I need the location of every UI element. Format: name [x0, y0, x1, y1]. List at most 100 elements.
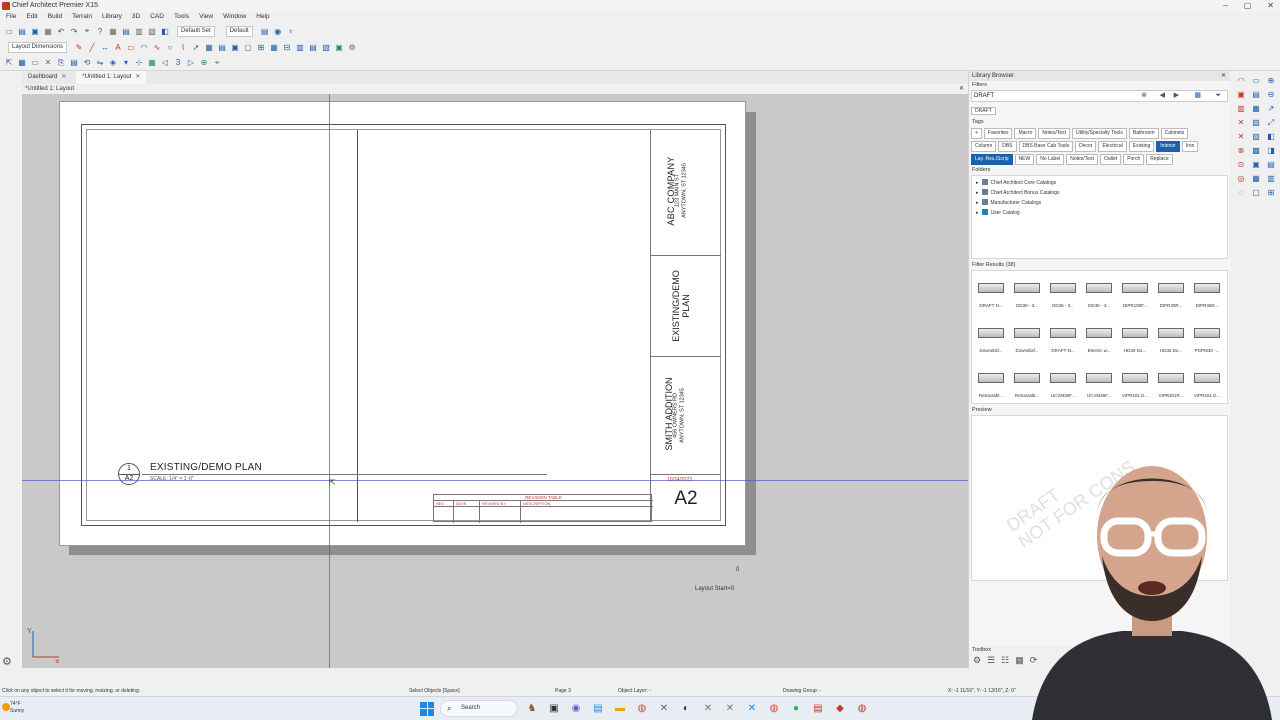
layer-icon[interactable]: ▤: [121, 26, 131, 36]
folder-icon[interactable]: ▬: [612, 701, 628, 717]
tool-icon[interactable]: ◨: [1264, 146, 1278, 159]
display-icon[interactable]: ▣: [334, 42, 344, 52]
stack-icon[interactable]: ▤: [308, 42, 318, 52]
walk-icon[interactable]: ♆: [286, 26, 296, 36]
tool-icon[interactable]: ⊖: [1264, 90, 1278, 103]
window-tool-icon[interactable]: ▦: [204, 42, 214, 52]
layout-dimensions-dropdown[interactable]: Layout Dimensions: [8, 41, 68, 53]
delete-icon[interactable]: ✕: [43, 58, 53, 68]
camera-icon[interactable]: ◉: [273, 26, 283, 36]
menu-file[interactable]: File: [6, 12, 16, 22]
tag-chip[interactable]: Porch: [1123, 154, 1145, 165]
tool-icon[interactable]: ▢: [1249, 188, 1263, 201]
pdf-icon[interactable]: ◆: [832, 701, 848, 717]
folder-item[interactable]: ▸ Manufacturer Catalogs: [976, 198, 1223, 208]
library-result-item[interactable]: DD45 - 4...: [1082, 273, 1116, 317]
tool-icon[interactable]: ▥: [1234, 104, 1248, 117]
pin-icon[interactable]: ⌖: [212, 58, 222, 68]
tool-icon[interactable]: ▨: [1249, 132, 1263, 145]
fill-icon[interactable]: ▧: [147, 26, 157, 36]
tool-icon[interactable]: ◠: [1234, 76, 1248, 89]
weather-widget[interactable]: 74°F Sunny: [2, 701, 24, 715]
tool-icon[interactable]: ⊗: [1234, 146, 1248, 159]
grid-icon[interactable]: ▦: [108, 26, 118, 36]
redo-icon[interactable]: ↷: [69, 26, 79, 36]
edit-icon[interactable]: ▭: [30, 58, 40, 68]
help-icon[interactable]: ?: [95, 26, 105, 36]
app-icon[interactable]: ◍: [854, 701, 870, 717]
open-icon[interactable]: ▤: [17, 26, 27, 36]
folder-item[interactable]: ▸ User Catalog: [976, 208, 1223, 218]
tool-icon[interactable]: ↗: [1264, 104, 1278, 117]
tool-icon[interactable]: ▭: [1249, 76, 1263, 89]
tool-icon[interactable]: ✕: [1234, 132, 1248, 145]
library-result-item[interactable]: HD30 Do...: [1118, 318, 1152, 362]
menu-help[interactable]: Help: [256, 12, 269, 22]
text-icon[interactable]: A: [113, 42, 123, 52]
filter-icon[interactable]: ⏷: [1215, 91, 1221, 101]
app-icon[interactable]: ▤: [810, 701, 826, 717]
menu-terrain[interactable]: Terrain: [72, 12, 92, 22]
tag-chip[interactable]: No Label: [1036, 154, 1065, 165]
tool-icon[interactable]: ▤: [1264, 160, 1278, 173]
library-result-item[interactable]: PGPI830 -...: [1190, 318, 1224, 362]
library-result-item[interactable]: Electric w...: [1082, 318, 1116, 362]
spline-icon[interactable]: ∿: [152, 42, 162, 52]
tool-icon[interactable]: ▩: [1249, 146, 1263, 159]
close-icon[interactable]: ✕: [1221, 71, 1226, 81]
distribute-icon[interactable]: ⊟: [282, 42, 292, 52]
group-icon[interactable]: ▥: [295, 42, 305, 52]
view-callout[interactable]: 1 A2: [118, 463, 140, 485]
library-result-item[interactable]: DRAFT N...: [974, 273, 1008, 317]
menu-tools[interactable]: Tools: [174, 12, 189, 22]
app-icon[interactable]: ✕: [722, 701, 738, 717]
tools-icon[interactable]: ✕: [656, 701, 672, 717]
view-mode-icon[interactable]: ▦: [1194, 91, 1201, 101]
minimize-icon[interactable]: –: [1223, 0, 1227, 12]
tag-chip[interactable]: Utility/Specialty Tools: [1072, 128, 1127, 139]
library-result-item[interactable]: DIPR30R...: [1154, 273, 1188, 317]
taskbar-search[interactable]: ⌕ Search: [440, 700, 518, 717]
close-icon[interactable]: ✕: [61, 74, 66, 80]
paste-icon[interactable]: ▤: [69, 58, 79, 68]
tag-chip[interactable]: Decor: [1075, 141, 1097, 152]
spotify-icon[interactable]: ●: [788, 701, 804, 717]
next-page-icon[interactable]: ▷: [186, 58, 196, 68]
tool-icon[interactable]: ▤: [1249, 90, 1263, 103]
tag-chip-selected[interactable]: Interior: [1156, 141, 1180, 152]
library-result-item[interactable]: UCVM36F...: [1082, 363, 1116, 407]
folder-item[interactable]: ▸ Chief Architect Bonus Catalogs: [976, 188, 1223, 198]
menu-library[interactable]: Library: [102, 12, 122, 22]
save-icon[interactable]: ▣: [30, 26, 40, 36]
select-objects-icon[interactable]: ⇱: [4, 58, 14, 68]
chrome-icon[interactable]: ◍: [766, 701, 782, 717]
table-icon[interactable]: ▦: [269, 42, 279, 52]
polyline-icon[interactable]: ⌇: [178, 42, 188, 52]
menu-build[interactable]: Build: [48, 12, 62, 22]
pencil-icon[interactable]: ✎: [74, 42, 84, 52]
transform-icon[interactable]: ⟲: [82, 58, 92, 68]
add-tag-icon[interactable]: +: [971, 128, 982, 139]
library-result-item[interactable]: Retractabl...: [974, 363, 1008, 407]
tag-chip[interactable]: Notes/Text: [1038, 128, 1071, 139]
tool-icon[interactable]: ▦: [1249, 104, 1263, 117]
tool-icon[interactable]: ◎: [1234, 174, 1248, 187]
reshape-icon[interactable]: ⊹: [134, 58, 144, 68]
library-result-item[interactable]: DIPR100F...: [1118, 273, 1152, 317]
tool-icon[interactable]: ⊙: [1234, 160, 1248, 173]
prev-page-icon[interactable]: ◁: [160, 58, 170, 68]
tool-icon[interactable]: ⊞: [1264, 188, 1278, 201]
view-icon[interactable]: ▥: [134, 26, 144, 36]
undo-icon[interactable]: ↶: [56, 26, 66, 36]
default-dropdown[interactable]: Default: [225, 25, 253, 37]
snap-icon[interactable]: ▦: [147, 58, 157, 68]
tool-icon[interactable]: ▦: [1249, 174, 1263, 187]
search-chip[interactable]: DRAFT: [971, 107, 996, 115]
tab-layout[interactable]: *Untitled 1: Layout ✕: [76, 71, 147, 84]
layout-box-icon[interactable]: ▣: [230, 42, 240, 52]
app-icon[interactable]: ✕: [700, 701, 716, 717]
library-result-item[interactable]: HD36 Do...: [1154, 318, 1188, 362]
tool-icon[interactable]: ⊕: [1264, 76, 1278, 89]
forward-icon[interactable]: ▶: [1174, 91, 1179, 101]
tool-icon[interactable]: ▥: [1264, 174, 1278, 187]
